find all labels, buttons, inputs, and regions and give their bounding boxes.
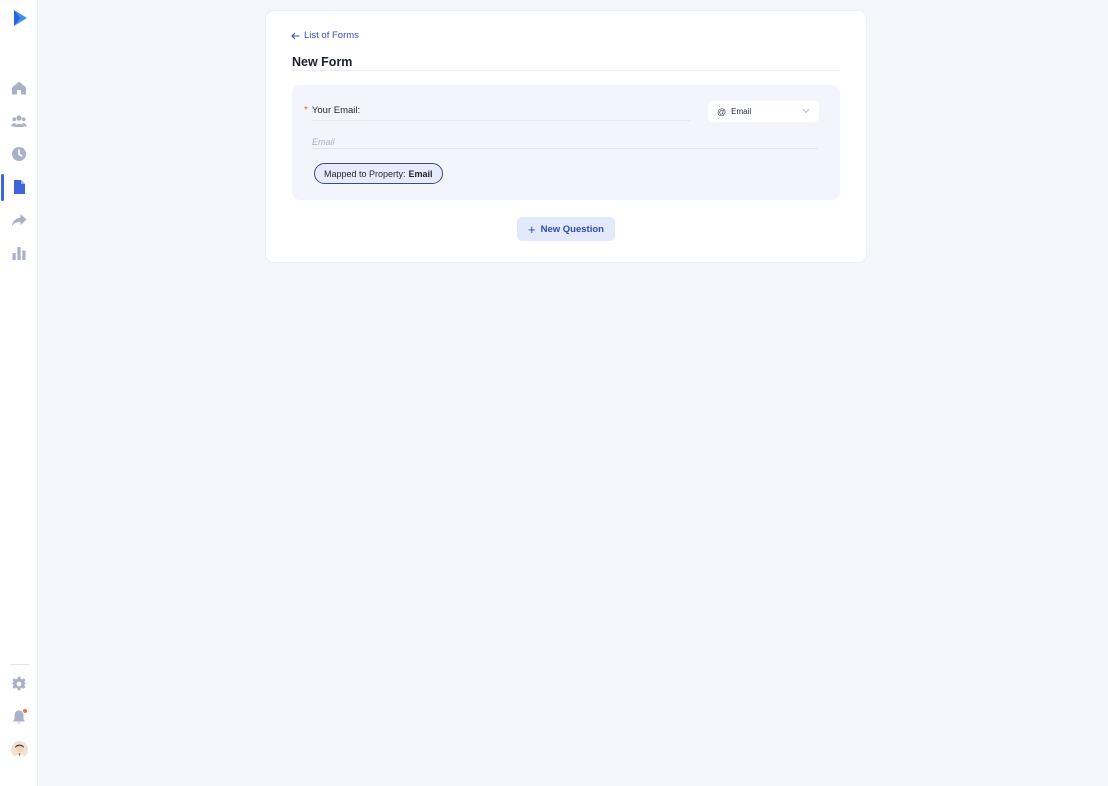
active-indicator — [1, 174, 4, 201]
users-icon[interactable] — [10, 112, 28, 130]
plus-icon: + — [528, 221, 536, 237]
app-logo[interactable] — [11, 9, 29, 27]
question-block[interactable]: * Your Email: @ Email Mapped to Property… — [292, 85, 840, 200]
at-sign-icon: @ — [717, 106, 727, 117]
question-type-select[interactable]: @ Email — [708, 101, 819, 122]
mapped-property-name: Email — [408, 168, 433, 179]
share-icon[interactable] — [10, 211, 28, 229]
new-question-button[interactable]: + New Question — [517, 217, 615, 241]
avatar[interactable] — [11, 741, 28, 758]
mapped-property-badge[interactable]: Mapped to Property: Email — [314, 163, 443, 184]
sidebar-divider — [10, 664, 29, 665]
new-question-label: New Question — [540, 223, 604, 235]
title-divider — [292, 70, 840, 71]
required-marker: * — [304, 105, 308, 116]
chevron-down-icon — [802, 108, 810, 114]
back-link-label: List of Forms — [304, 30, 359, 41]
question-label-underline — [312, 120, 690, 121]
mapped-property-prefix: Mapped to Property: — [324, 168, 406, 179]
bar-chart-icon[interactable] — [10, 244, 28, 262]
home-icon[interactable] — [10, 79, 28, 97]
question-type-value: Email — [731, 107, 752, 116]
question-label-row[interactable]: * Your Email: — [304, 105, 692, 116]
gear-icon[interactable] — [10, 675, 28, 693]
question-label[interactable]: Your Email: — [312, 105, 360, 116]
back-to-forms-link[interactable]: List of Forms — [291, 30, 359, 41]
notification-dot — [22, 708, 28, 714]
answer-underline — [312, 148, 818, 149]
arrow-left-icon — [291, 32, 300, 39]
clock-icon[interactable] — [10, 145, 28, 163]
document-icon[interactable] — [10, 178, 28, 196]
bell-icon[interactable] — [10, 708, 28, 726]
form-editor-card: List of Forms New Form * Your Email: @ E… — [266, 11, 866, 262]
page-title: New Form — [292, 55, 353, 69]
sidebar — [0, 0, 38, 786]
